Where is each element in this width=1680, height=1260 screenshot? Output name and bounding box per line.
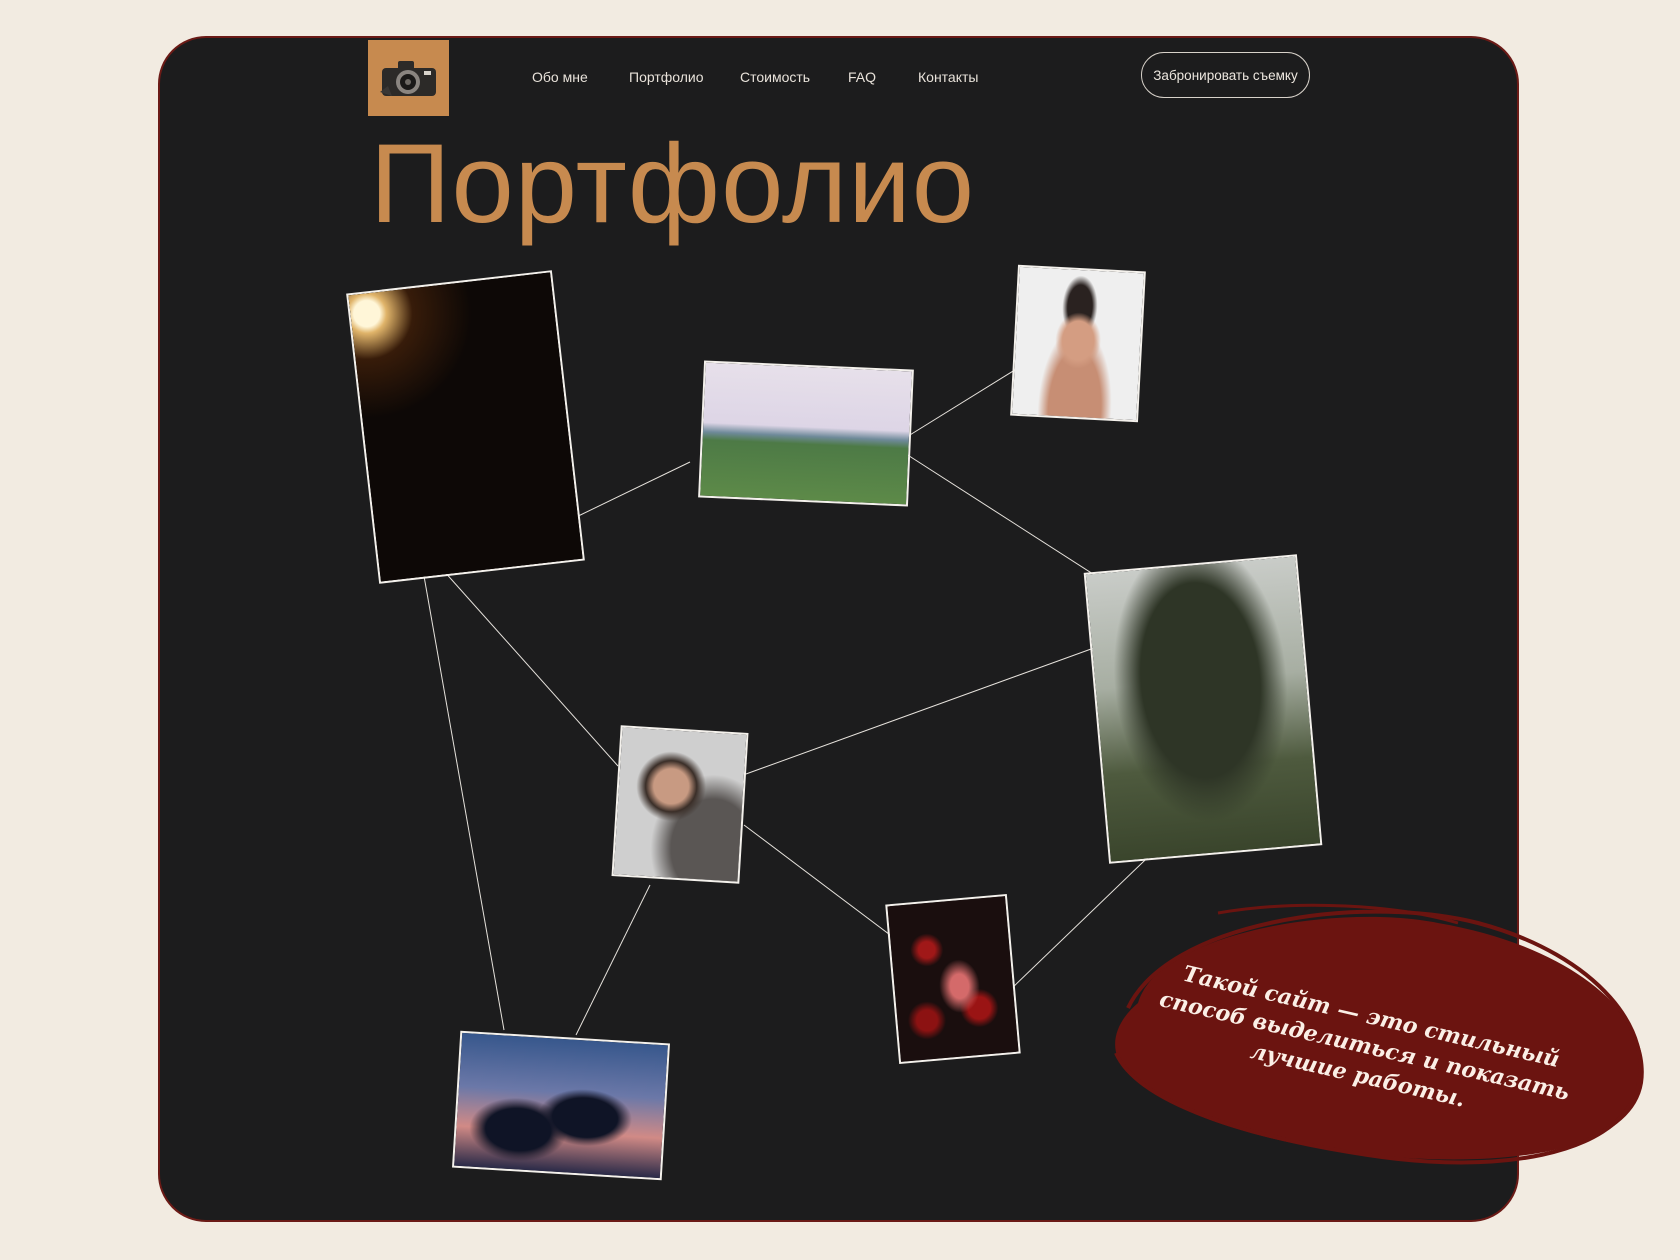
photo-couple-sunset[interactable] [452, 1030, 670, 1181]
photo-red-flowers[interactable] [885, 893, 1021, 1065]
photo-sunglasses-portrait[interactable] [1010, 264, 1146, 423]
photo-girl-field[interactable] [698, 360, 914, 507]
photo-wedding-tree[interactable] [1083, 554, 1323, 864]
photo-mirror-portrait[interactable] [611, 725, 749, 884]
photo-theatre-portrait[interactable] [346, 270, 585, 584]
